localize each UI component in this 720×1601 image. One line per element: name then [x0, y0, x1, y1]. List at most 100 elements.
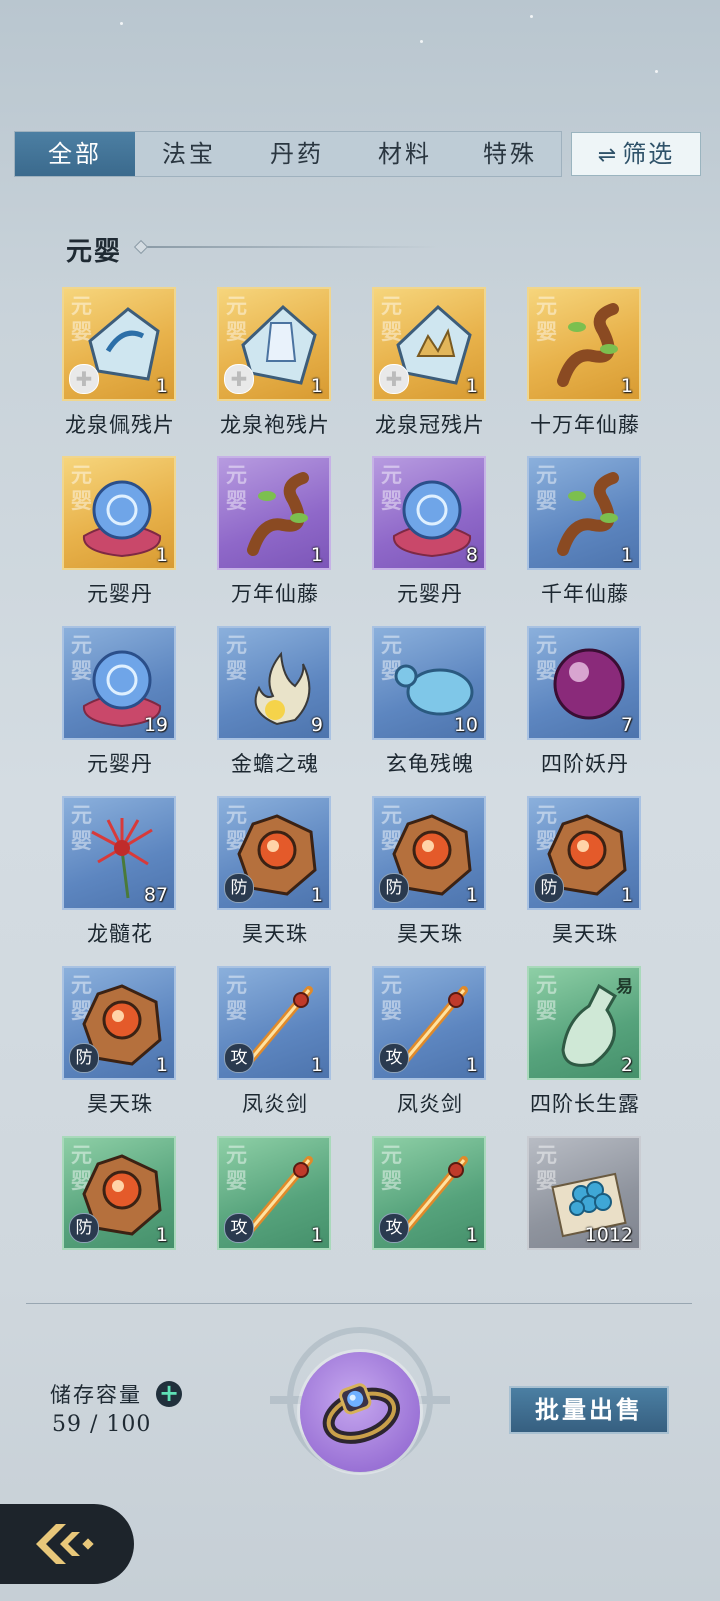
item-card[interactable]: 元婴 1 [527, 456, 641, 570]
item-card[interactable]: 元婴 1 [62, 456, 176, 570]
item-count: 19 [143, 714, 168, 736]
inventory-item[interactable]: 元婴 1 万年仙藤 [217, 456, 333, 608]
item-count: 1 [620, 884, 633, 906]
inventory-item[interactable]: 元婴易 2 四阶长生露 [527, 966, 643, 1118]
storage-ring-button[interactable] [300, 1352, 420, 1472]
inventory-item[interactable]: 元婴攻 1 凤炎剑 [217, 966, 333, 1118]
item-count: 1 [465, 1054, 478, 1076]
item-count: 1 [310, 544, 323, 566]
item-card[interactable]: 元婴防 1 [62, 1136, 176, 1250]
inventory-item[interactable]: 元婴 19 元婴丹 [62, 626, 178, 778]
item-card[interactable]: 元婴 1 [217, 456, 331, 570]
item-card[interactable]: 元婴 8 [372, 456, 486, 570]
item-count: 1 [465, 375, 478, 397]
item-card[interactable]: 元婴 1012 [527, 1136, 641, 1250]
item-count: 9 [310, 714, 323, 736]
item-name: 昊天珠 [242, 922, 308, 946]
inventory-item[interactable]: 元婴 1 元婴丹 [62, 456, 178, 608]
inventory-item[interactable]: 元婴 1 千年仙藤 [527, 456, 643, 608]
inventory-item[interactable]: 元婴防 1 昊天珠 [62, 966, 178, 1118]
item-card[interactable]: 元婴 ✚ 1 [62, 287, 176, 401]
item-count: 1 [465, 1224, 478, 1246]
item-count: 1 [155, 544, 168, 566]
item-type-badge: 防 [69, 1043, 99, 1073]
sparkle [655, 70, 658, 73]
item-card[interactable]: 元婴 7 [527, 626, 641, 740]
bulk-sell-button[interactable]: 批量出售 [509, 1386, 669, 1434]
tab-materials[interactable]: 材料 [351, 132, 459, 176]
inventory-item[interactable]: 元婴 87 龙髓花 [62, 796, 178, 948]
item-card[interactable]: 元婴 19 [62, 626, 176, 740]
inventory-item[interactable]: 元婴攻 1 [217, 1136, 333, 1250]
item-card[interactable]: 元婴 9 [217, 626, 331, 740]
item-card[interactable]: 元婴防 1 [62, 966, 176, 1080]
item-card[interactable]: 元婴 10 [372, 626, 486, 740]
item-name: 十万年仙藤 [530, 413, 640, 437]
item-type-badge: 攻 [379, 1043, 409, 1073]
tab-special[interactable]: 特殊 [459, 132, 561, 176]
item-card[interactable]: 元婴 ✚ 1 [217, 287, 331, 401]
item-count: 87 [143, 884, 168, 906]
inventory-item[interactable]: 元婴 10 玄龟残魄 [372, 626, 488, 778]
bottom-divider [26, 1303, 692, 1304]
item-name: 昊天珠 [87, 1092, 153, 1116]
storage-label: 储存容量 [50, 1383, 142, 1407]
inventory-item[interactable]: 元婴防 1 [62, 1136, 178, 1250]
inventory-item[interactable]: 元婴防 1 昊天珠 [527, 796, 643, 948]
tab-all[interactable]: 全部 [15, 132, 135, 176]
item-card[interactable]: 元婴 87 [62, 796, 176, 910]
inventory-item[interactable]: 元婴 9 金蟾之魂 [217, 626, 333, 778]
tradeable-badge: 易 [616, 977, 633, 997]
item-name: 凤炎剑 [242, 1092, 308, 1116]
inventory-item[interactable]: 元婴防 1 昊天珠 [372, 796, 488, 948]
inventory-item[interactable]: 元婴 1 十万年仙藤 [527, 287, 643, 439]
swap-arrows-icon: ⇌ [597, 143, 619, 168]
item-card[interactable]: 元婴攻 1 [217, 1136, 331, 1250]
sparkle [530, 15, 533, 18]
item-card[interactable]: 元婴防 1 [527, 796, 641, 910]
inventory-item[interactable]: 元婴攻 1 凤炎剑 [372, 966, 488, 1118]
item-card[interactable]: 元婴防 1 [217, 796, 331, 910]
item-name: 龙泉冠残片 [375, 413, 485, 437]
orb-pill-icon [82, 480, 162, 558]
inventory-item[interactable]: 元婴 7 四阶妖丹 [527, 626, 643, 778]
item-count: 1 [155, 1054, 168, 1076]
inventory-item[interactable]: 元婴攻 1 [372, 1136, 488, 1250]
item-type-badge: 攻 [224, 1213, 254, 1243]
expand-storage-plus-icon[interactable]: + [156, 1381, 182, 1407]
demon-core-icon [553, 648, 625, 720]
item-type-badge: 防 [534, 873, 564, 903]
item-name: 四阶妖丹 [541, 752, 629, 776]
inventory-item[interactable]: 元婴防 1 昊天珠 [217, 796, 333, 948]
item-card[interactable]: 元婴易 2 [527, 966, 641, 1080]
section-title: 元婴 [66, 237, 123, 267]
tab-pills[interactable]: 丹药 [243, 132, 351, 176]
filter-button[interactable]: ⇌ 筛选 [571, 132, 701, 176]
inventory-item[interactable]: 元婴 1012 [527, 1136, 643, 1250]
inventory-item[interactable]: 元婴 ✚ 1 龙泉袍残片 [217, 287, 333, 439]
item-count: 1 [310, 375, 323, 397]
item-card[interactable]: 元婴防 1 [372, 796, 486, 910]
item-type-badge: 攻 [224, 1043, 254, 1073]
fragment-puzzle-icon: ✚ [224, 364, 254, 394]
item-card[interactable]: 元婴攻 1 [217, 966, 331, 1080]
item-type-badge: 防 [379, 873, 409, 903]
item-count: 1 [310, 884, 323, 906]
inventory-item[interactable]: 元婴 8 元婴丹 [372, 456, 488, 608]
inventory-item[interactable]: 元婴 ✚ 1 龙泉冠残片 [372, 287, 488, 439]
item-count: 1 [155, 375, 168, 397]
inventory-item[interactable]: 元婴 ✚ 1 龙泉佩残片 [62, 287, 178, 439]
item-card[interactable]: 元婴攻 1 [372, 966, 486, 1080]
item-type-badge: 防 [224, 873, 254, 903]
item-count: 1 [155, 1224, 168, 1246]
item-card[interactable]: 元婴 ✚ 1 [372, 287, 486, 401]
item-name: 元婴丹 [87, 582, 153, 606]
item-count: 1 [620, 544, 633, 566]
tab-treasure[interactable]: 法宝 [135, 132, 243, 176]
item-card[interactable]: 元婴 1 [527, 287, 641, 401]
back-button[interactable] [0, 1504, 134, 1584]
item-count: 1 [465, 884, 478, 906]
item-card[interactable]: 元婴攻 1 [372, 1136, 486, 1250]
item-count: 2 [620, 1054, 633, 1076]
item-count: 10 [453, 714, 478, 736]
